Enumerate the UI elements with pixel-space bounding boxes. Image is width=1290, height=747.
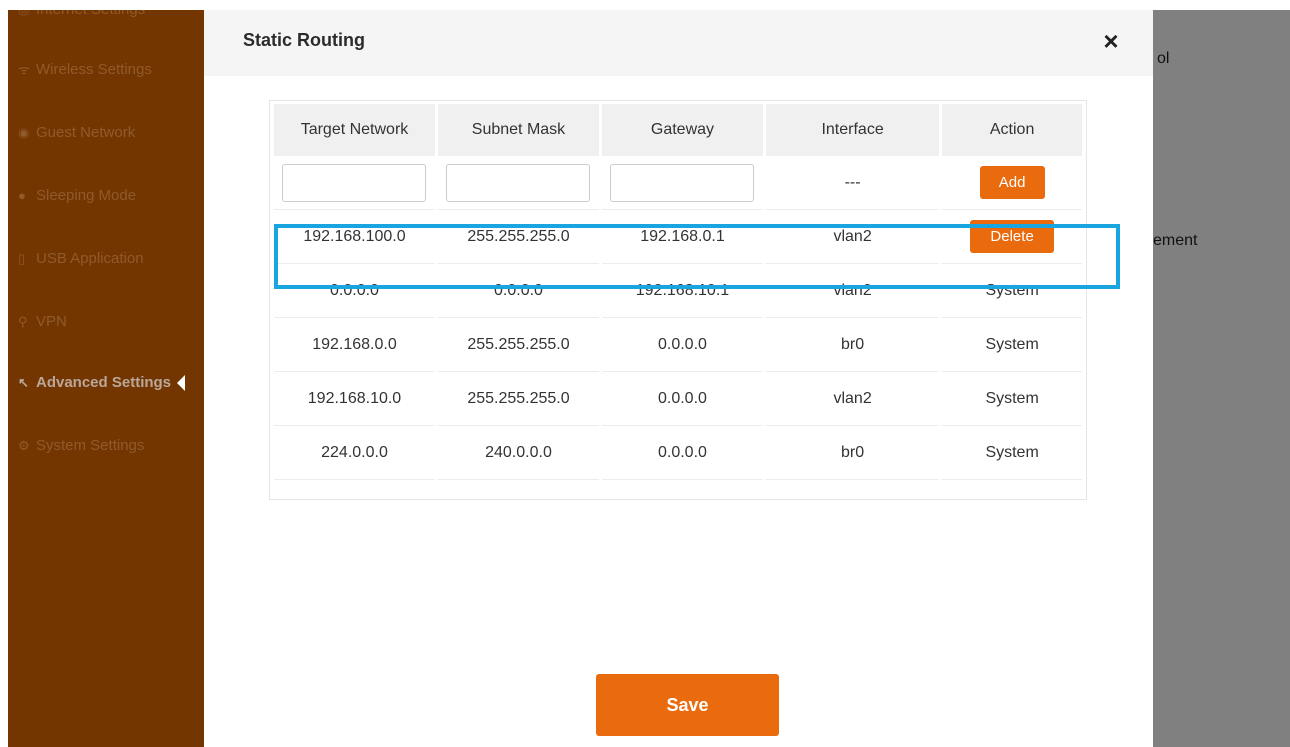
close-icon[interactable]: × [1100,28,1122,54]
cell-action: System [942,426,1082,480]
sidebar-item-label: VPN [36,313,67,330]
cell-interface: br0 [765,318,940,372]
table-row: 192.168.0.0 255.255.255.0 0.0.0.0 br0 Sy… [274,318,1082,372]
cell-interface: vlan2 [765,372,940,426]
cell-interface: br0 [765,426,940,480]
usb-icon: ▯ [18,251,26,266]
subnet-mask-input[interactable] [446,163,591,202]
globe-icon: ◎ [18,10,36,22]
sidebar-item-internet-settings[interactable]: ◎Internet Settings [18,10,145,22]
cell-action: System [942,264,1082,318]
table-header-row: Target Network Subnet Mask Gateway Inter… [274,104,1082,156]
column-header-subnet-mask: Subnet Mask [437,104,599,156]
sidebar-item-system-settings[interactable]: ⚙ System Settings [18,434,144,458]
column-header-interface: Interface [765,104,940,156]
cell-gateway: 192.168.0.1 [601,210,763,264]
sidebar-item-guest-network[interactable]: ◉ Guest Network [18,121,135,145]
sidebar-item-vpn[interactable]: ⚲ VPN [18,310,67,334]
moon-icon: ● [18,188,26,203]
background-text: ement [1153,232,1198,249]
column-header-gateway: Gateway [601,104,763,156]
cell-interface: vlan2 [765,210,940,264]
cell-subnet-mask: 255.255.255.0 [437,372,599,426]
target-network-input[interactable] [282,163,427,202]
cell-target-network: 0.0.0.0 [274,264,435,318]
cell-interface: vlan2 [765,264,940,318]
cell-action: Delete [942,210,1082,264]
wifi-icon: ᯤ [18,62,30,77]
sidebar-item-wireless-settings[interactable]: ᯤ Wireless Settings [18,58,152,82]
cell-gateway: 0.0.0.0 [601,372,763,426]
modal-header: Static Routing × [204,10,1153,76]
cell-subnet-mask: 255.255.255.0 [437,318,599,372]
cell-gateway: 0.0.0.0 [601,426,763,480]
vpn-icon: ⚲ [18,314,28,329]
background-content: ol ement [1153,10,1290,747]
table-row: 224.0.0.0 240.0.0.0 0.0.0.0 br0 System [274,426,1082,480]
input-cell [437,156,599,210]
routing-table: Target Network Subnet Mask Gateway Inter… [269,100,1087,500]
table-row: 192.168.100.0 255.255.255.0 192.168.0.1 … [274,210,1082,264]
cell-target-network: 192.168.10.0 [274,372,435,426]
input-cell [274,156,435,210]
table-row: 192.168.10.0 255.255.255.0 0.0.0.0 vlan2… [274,372,1082,426]
cell-action: System [942,372,1082,426]
input-cell [601,156,763,210]
sidebar-item-label: System Settings [36,437,145,454]
modal-title: Static Routing [243,30,365,50]
sidebar-item-label: Guest Network [36,124,136,141]
delete-button[interactable]: Delete [970,220,1055,253]
static-routing-modal: Static Routing × Target Network Subnet M… [204,10,1153,747]
guest-icon: ◉ [18,125,30,140]
column-header-target-network: Target Network [274,104,435,156]
column-header-action: Action [942,104,1082,156]
interface-placeholder: --- [765,156,940,210]
sidebar-item-usb-application[interactable]: ▯ USB Application [18,247,144,271]
input-row: --- Add [274,156,1082,210]
sidebar-item-label: USB Application [36,250,144,267]
sidebar-item-advanced-settings[interactable]: ↖ Advanced Settings [18,371,186,395]
cell-target-network: 224.0.0.0 [274,426,435,480]
cell-gateway: 0.0.0.0 [601,318,763,372]
cell-subnet-mask: 0.0.0.0 [437,264,599,318]
sidebar-item-sleeping-mode[interactable]: ● Sleeping Mode [18,184,136,208]
cell-gateway: 192.168.10.1 [601,264,763,318]
gear-icon: ⚙ [18,438,30,453]
sidebar: ◎Internet Settings ᯤ Wireless Settings ◉ G… [8,10,204,747]
add-button[interactable]: Add [979,166,1045,199]
cell-action: System [942,318,1082,372]
input-cell: Add [942,156,1082,210]
active-caret-icon [177,375,186,391]
sidebar-item-label: Wireless Settings [36,61,152,78]
table-row: 0.0.0.0 0.0.0.0 192.168.10.1 vlan2 Syste… [274,264,1082,318]
sidebar-item-label: Advanced Settings [36,374,172,391]
background-text: ol [1157,50,1170,67]
cell-target-network: 192.168.0.0 [274,318,435,372]
cell-subnet-mask: 240.0.0.0 [437,426,599,480]
sidebar-item-label: Sleeping Mode [36,187,137,204]
cell-target-network: 192.168.100.0 [274,210,435,264]
cell-subnet-mask: 255.255.255.0 [437,210,599,264]
sidebar-item-label: Internet Settings [36,10,145,18]
save-button[interactable]: Save [596,674,779,736]
wrench-icon: ↖ [18,375,29,390]
gateway-input[interactable] [610,163,755,202]
